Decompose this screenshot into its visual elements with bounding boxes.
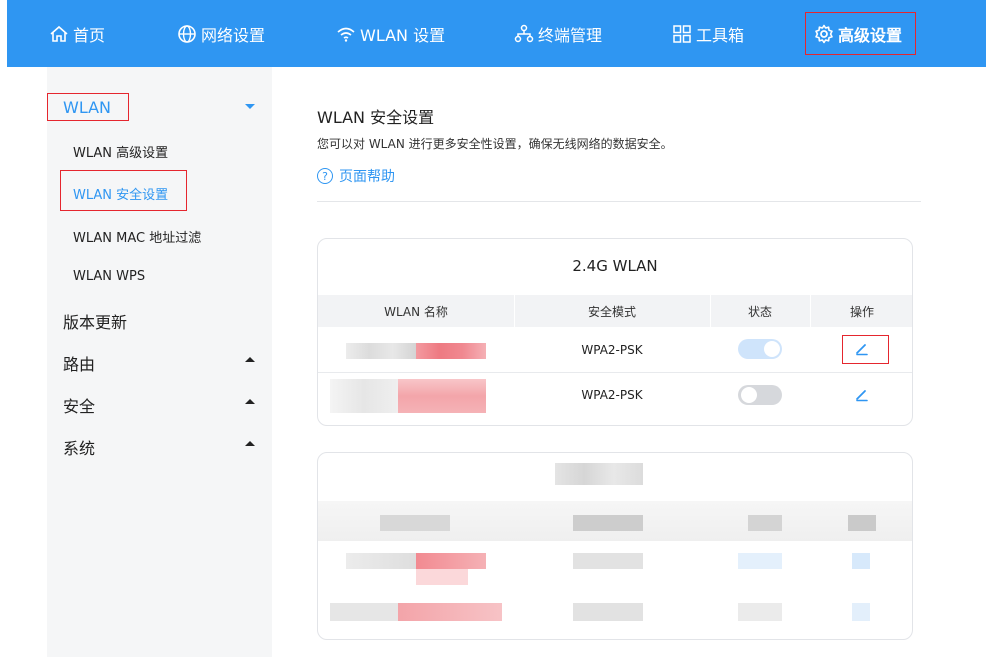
wlan-name-redacted (416, 343, 486, 359)
wifi-icon (337, 27, 355, 42)
globe-icon (178, 24, 196, 43)
nav-network[interactable]: 网络设置 (177, 0, 265, 67)
highlight-wlan-security (60, 170, 187, 211)
divider (317, 201, 921, 202)
highlight-edit (842, 335, 889, 364)
card-title: 2.4G WLAN (572, 257, 658, 275)
nav-toolbox[interactable]: 工具箱 (672, 0, 744, 67)
edit-icon[interactable] (854, 387, 870, 403)
devices-icon (514, 24, 534, 42)
table-header: WLAN 名称 安全模式 状态 操作 (318, 295, 912, 327)
highlight-wlan (47, 93, 129, 121)
sidebar-item-security[interactable]: 安全 (63, 393, 95, 417)
col-wlan-name: WLAN 名称 (384, 304, 448, 319)
sidebar-item-system[interactable]: 系统 (63, 435, 95, 459)
toolbox-icon (673, 24, 691, 43)
wlan-5g-card-redacted (317, 452, 913, 640)
highlight-advanced (805, 12, 916, 55)
help-icon: ? (317, 168, 333, 184)
sidebar-item-version-update[interactable]: 版本更新 (63, 309, 127, 333)
chevron-up-icon[interactable] (245, 399, 255, 404)
wlan-24g-card: 2.4G WLAN WLAN 名称 安全模式 状态 操作 WPA2-PSK WP… (317, 238, 913, 426)
page-title: WLAN 安全设置 (317, 108, 435, 127)
security-mode-value: WPA2-PSK (581, 342, 643, 357)
col-security-mode: 安全模式 (587, 304, 636, 319)
nav-home-label: 首页 (73, 25, 106, 45)
nav-wlan[interactable]: WLAN 设置 (336, 0, 445, 67)
wlan-name-redacted (330, 379, 398, 413)
status-toggle[interactable] (738, 339, 782, 359)
page-help-link[interactable]: ? 页面帮助 (317, 166, 395, 186)
security-mode-value: WPA2-PSK (581, 388, 643, 402)
sidebar-item-routing[interactable]: 路由 (63, 351, 95, 375)
nav-network-label: 网络设置 (201, 25, 266, 45)
nav-wlan-label: WLAN 设置 (360, 25, 446, 45)
sidebar-item-wlan-wps[interactable]: WLAN WPS (73, 269, 145, 284)
sidebar-item-wlan-mac-filter[interactable]: WLAN MAC 地址过滤 (73, 227, 201, 246)
wlan-name-redacted (398, 379, 486, 413)
nav-devices[interactable]: 终端管理 (514, 0, 602, 67)
card-title-redacted (555, 463, 643, 485)
sidebar-item-wlan-advanced[interactable]: WLAN 高级设置 (73, 142, 168, 161)
nav-devices-label: 终端管理 (538, 25, 603, 45)
page-help-label: 页面帮助 (339, 169, 395, 185)
chevron-up-icon[interactable] (245, 357, 255, 362)
nav-home[interactable]: 首页 (49, 0, 105, 67)
chevron-down-icon[interactable] (245, 104, 255, 109)
chevron-up-icon[interactable] (245, 441, 255, 446)
nav-toolbox-label: 工具箱 (696, 25, 745, 45)
home-icon (50, 25, 68, 42)
col-actions: 操作 (849, 304, 874, 319)
status-toggle[interactable] (738, 385, 782, 405)
col-status: 状态 (747, 304, 772, 319)
wlan-name-redacted (346, 343, 416, 359)
page-description: 您可以对 WLAN 进行更多安全性设置，确保无线网络的数据安全。 (317, 137, 673, 151)
